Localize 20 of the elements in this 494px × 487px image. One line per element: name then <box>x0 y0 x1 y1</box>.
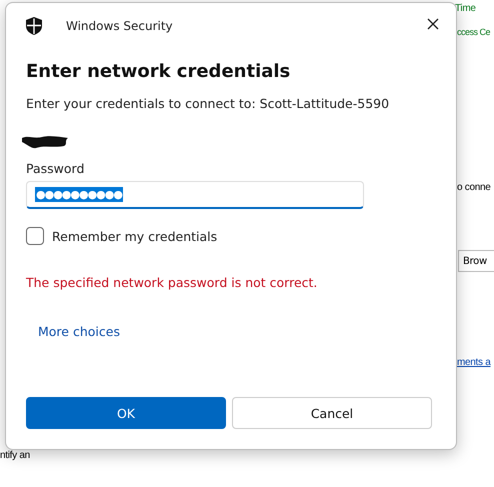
cancel-button[interactable]: Cancel <box>232 397 432 429</box>
error-message: The specified network password is not correct. <box>26 275 318 290</box>
window-title: Windows Security <box>66 19 173 33</box>
background-text: o conne <box>457 182 490 193</box>
field-label: Password <box>26 161 84 176</box>
link[interactable]: ments a <box>457 357 490 368</box>
browse-button[interactable]: Brow <box>458 250 494 272</box>
ok-button[interactable]: OK <box>26 397 226 429</box>
close-icon <box>427 18 439 30</box>
background-text: ntify an <box>0 450 30 461</box>
redaction-mark <box>20 135 70 149</box>
dialog-heading: Enter network credentials <box>26 61 290 82</box>
password-field[interactable]: ●●●●●●●●●● <box>26 181 364 209</box>
background-text: Time <box>455 3 476 14</box>
checkbox-label: Remember my credentials <box>52 228 218 244</box>
background-text: ccess Ce <box>457 27 490 37</box>
more-choices-link[interactable]: More choices <box>38 324 120 339</box>
shield-icon <box>26 17 42 35</box>
prompt-text: Enter your credentials to connect to: Scott-Lattitude-5590 <box>26 96 390 111</box>
checkbox[interactable] <box>26 227 44 245</box>
